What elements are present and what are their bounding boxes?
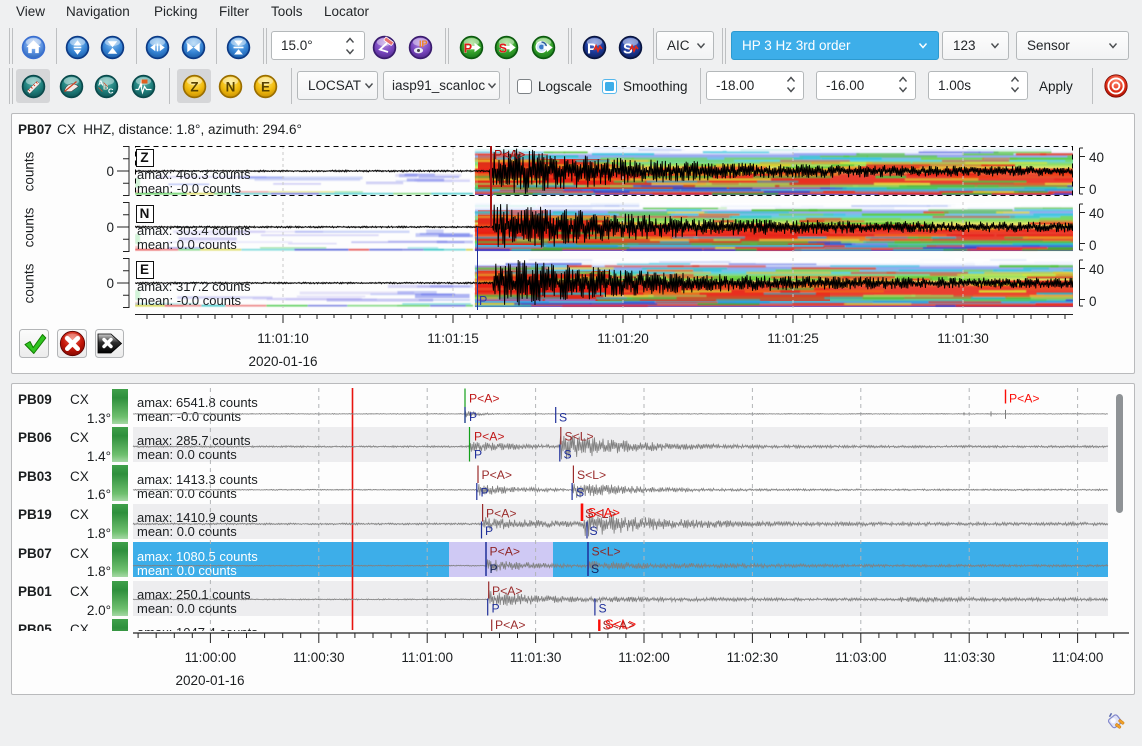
svg-text:P<A>: P<A> [492,584,523,598]
svg-text:P<A>: P<A> [469,392,500,406]
svg-text:S: S [576,486,584,500]
svg-text:P<A>: P<A> [474,430,505,444]
svg-text:S: S [564,448,572,462]
svg-text:P: P [485,524,493,538]
svg-text:Z: Z [190,79,198,94]
svg-text:E: E [261,79,270,94]
svg-text:P: P [481,486,489,500]
svg-text:S<L>: S<L> [577,468,606,482]
svg-text:S: S [623,41,633,57]
svg-text:S<L>: S<L> [605,617,636,632]
svg-text:P: P [492,602,500,616]
svg-text:S<L>: S<L> [592,545,621,559]
svg-text:S: S [591,562,599,576]
svg-text:S: S [599,602,607,616]
svg-text:P<A>: P<A> [495,618,526,631]
svg-text:S: S [590,524,598,538]
svg-text:IP: IP [419,39,428,49]
svg-text:S<L>: S<L> [565,430,594,444]
svg-text:P: P [587,41,597,57]
svg-text:P: P [463,41,471,55]
svg-text:S: S [559,411,567,425]
svg-text:S<A>: S<A> [588,505,621,520]
svg-text:P<A>: P<A> [490,545,521,559]
svg-text:P<A>: P<A> [1009,392,1040,406]
svg-text:P: P [469,410,477,424]
svg-text:N: N [225,79,235,94]
svg-text:P: P [490,562,498,576]
svg-text:P: P [474,448,482,462]
svg-text:C: C [108,86,114,95]
svg-text:P<A>: P<A> [482,468,513,482]
svg-text:S: S [499,41,507,55]
svg-text:P<A>: P<A> [486,507,517,521]
